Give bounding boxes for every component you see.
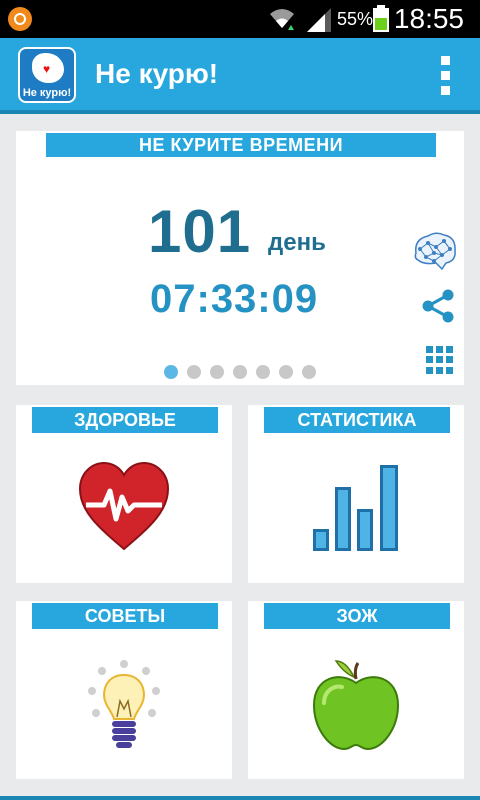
page-dot[interactable] [187,365,201,379]
tile-statistics[interactable]: СТАТИСТИКА [248,405,464,583]
heart-icon: ♥ [43,62,51,76]
tile-statistics-title: СТАТИСТИКА [264,407,450,433]
days-counter: 101 [148,198,252,265]
bar-chart-icon [313,465,398,551]
status-bar: 55% 18:55 [0,0,480,38]
timer-card-header: НЕ КУРИТЕ ВРЕМЕНИ [46,133,436,157]
battery-percent: 55% [337,9,374,29]
notification-app-icon [8,7,32,31]
app-logo[interactable]: ♥ Не курю! [18,47,76,103]
share-icon[interactable] [420,288,456,324]
app-title: Не курю! [95,58,219,89]
page-indicator [164,365,316,379]
tile-tips-title: СОВЕТЫ [32,603,218,629]
page-dot[interactable] [302,365,316,379]
page-dot[interactable] [256,365,270,379]
overflow-menu-button[interactable] [438,56,452,100]
days-label: день [268,229,326,256]
heart-pulse-icon [78,461,170,551]
menu-dot-icon [440,56,450,65]
action-bar: ♥ Не курю! Не курю! [0,38,480,114]
menu-dot-icon [440,86,450,95]
status-clock: 18:55 [393,3,464,34]
light-bulb-icon [88,660,160,748]
signal-icon [307,8,331,32]
tile-healthy-lifestyle[interactable]: ЗОЖ [248,601,464,779]
tile-health[interactable]: ЗДОРОВЬЕ [16,405,232,583]
wifi-icon [270,9,294,30]
page-dot[interactable] [210,365,224,379]
menu-dot-icon [440,71,450,80]
page-dot[interactable] [164,365,178,379]
elapsed-time: 07:33:09 [150,277,319,321]
brain-icon[interactable] [412,231,458,271]
timer-card[interactable]: НЕ КУРИТЕ ВРЕМЕНИ 101 день 07:33:09 [16,131,464,385]
bottom-divider [0,796,480,800]
app-logo-text: Не курю! [22,87,72,99]
tile-tips[interactable]: СОВЕТЫ [16,601,232,779]
battery-icon [373,5,389,32]
page-dot[interactable] [233,365,247,379]
tile-health-title: ЗДОРОВЬЕ [32,407,218,433]
tile-healthy-lifestyle-title: ЗОЖ [264,603,450,629]
page-dot[interactable] [279,365,293,379]
apple-icon [312,660,400,751]
grid-icon[interactable] [426,346,454,374]
